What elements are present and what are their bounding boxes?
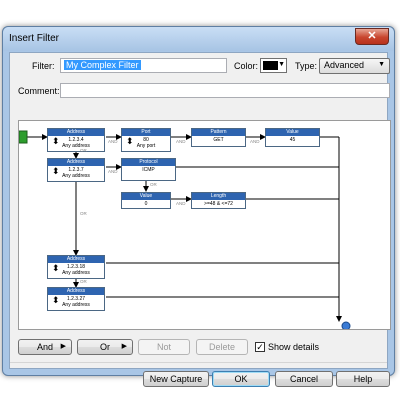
connector-label: OR: [150, 182, 157, 187]
filter-node-body: 0: [122, 200, 170, 207]
color-label: Color:: [234, 61, 259, 71]
filter-node-body: ⬍ 1.2.3.4 Any address: [48, 136, 104, 149]
filter-name-value: My Complex Filter: [64, 60, 141, 70]
filter-node-pattern[interactable]: Pattern GET: [191, 128, 246, 147]
divider: [10, 362, 387, 363]
or-button-label: Or: [100, 342, 110, 352]
filter-node-title: Pattern: [192, 129, 245, 136]
filter-node-body: GET: [192, 136, 245, 143]
filter-node-body: ⬍ 80 Any port: [122, 136, 170, 149]
filter-label: Filter:: [32, 61, 55, 71]
not-button[interactable]: Not: [138, 339, 190, 355]
filter-node-address[interactable]: Address ⬍ 1.2.3.7 Any address: [47, 158, 105, 182]
and-button-label: And: [36, 342, 53, 352]
filter-node-title: Address: [48, 288, 104, 295]
filter-node-value: Any port: [136, 143, 156, 149]
connector-label: AND: [108, 139, 118, 144]
type-select[interactable]: Advanced ▼: [319, 58, 390, 74]
connector-label: AND: [176, 139, 186, 144]
type-select-value: Advanced: [324, 60, 365, 70]
filter-node-address[interactable]: Address ⬍ 1.2.3.4 Any address: [47, 128, 105, 152]
ok-button[interactable]: OK: [212, 371, 270, 387]
connector-label: AND: [250, 139, 260, 144]
delete-button[interactable]: Delete: [196, 339, 248, 355]
check-icon: ✓: [256, 342, 264, 352]
filter-node-body: ICMP: [122, 166, 175, 173]
filter-node-body: ⬍ 1.2.3.18 Any address: [48, 263, 104, 276]
close-button[interactable]: ✕: [355, 28, 389, 45]
filter-node-value: Any address: [62, 302, 90, 308]
filter-node-address[interactable]: Address ⬍ 1.2.3.27 Any address: [47, 287, 105, 311]
filter-node-title: Address: [48, 129, 104, 136]
filter-node-title: Value: [266, 129, 319, 136]
filter-node-body: 45: [266, 136, 319, 143]
filter-node-title: Address: [48, 159, 104, 166]
connector-label: AND: [108, 169, 118, 174]
cancel-button[interactable]: Cancel: [275, 371, 333, 387]
play-icon: ▶: [60, 343, 66, 350]
filter-node-value: Any address: [62, 173, 90, 179]
filter-node-title: Length: [192, 193, 245, 200]
dialog-client-area: Filter: My Complex Filter Color: ▼ Type:…: [9, 52, 391, 387]
show-details-label: Show details: [268, 342, 320, 352]
show-details-checkbox[interactable]: ✓: [255, 342, 265, 352]
type-label: Type:: [295, 61, 318, 71]
filter-node-title: Value: [122, 193, 170, 200]
comment-label: Comment:: [18, 86, 60, 96]
filter-node-protocol[interactable]: Protocol ICMP: [121, 158, 176, 181]
or-button[interactable]: Or ▶: [77, 339, 133, 355]
filter-node-value[interactable]: Value 45: [265, 128, 320, 147]
filter-node-title: Port: [122, 129, 170, 136]
connector-label: AND: [176, 201, 186, 206]
filter-node-value: ICMP: [142, 167, 155, 173]
filter-node-body: >=48 & <=72: [192, 200, 245, 207]
new-capture-button[interactable]: New Capture: [143, 371, 209, 387]
filter-node-value: Any address: [62, 270, 90, 276]
filter-node-title: Address: [48, 256, 104, 263]
connector-label: OR: [80, 211, 87, 216]
filter-diagram-canvas[interactable]: Address ⬍ 1.2.3.4 Any address Port ⬍ 80 Any por…: [18, 120, 391, 330]
help-button[interactable]: Help: [336, 371, 390, 387]
filter-node-value: 0: [144, 201, 148, 207]
insert-filter-dialog: Insert Filter ✕ Filter: My Complex Filte…: [2, 26, 395, 387]
filter-node-value: 45: [289, 137, 296, 143]
filter-node-address[interactable]: Address ⬍ 1.2.3.18 Any address: [47, 255, 105, 279]
connector-label: OR: [80, 148, 87, 153]
filter-node-length[interactable]: Length >=48 & <=72: [191, 192, 246, 209]
comment-input[interactable]: [60, 83, 390, 98]
filter-node-body: ⬍ 1.2.3.27 Any address: [48, 295, 104, 308]
filter-node-value[interactable]: Value 0: [121, 192, 171, 209]
filter-node-body: ⬍ 1.2.3.7 Any address: [48, 166, 104, 179]
chevron-down-icon: ▼: [378, 61, 385, 68]
filter-node-value: >=48 & <=72: [204, 201, 233, 207]
window-title: Insert Filter: [9, 33, 60, 44]
filter-node-value: GET: [213, 137, 224, 143]
connector-label: OR: [80, 279, 87, 284]
color-swatch: [263, 61, 278, 70]
filter-name-input[interactable]: My Complex Filter: [60, 58, 227, 73]
title-bar[interactable]: Insert Filter ✕: [3, 27, 394, 51]
filter-node-title: Protocol: [122, 159, 175, 166]
chevron-down-icon: ▼: [278, 61, 285, 68]
filter-node-value: Any address: [62, 143, 90, 149]
filter-node-port[interactable]: Port ⬍ 80 Any port: [121, 128, 171, 152]
and-button[interactable]: And ▶: [18, 339, 72, 355]
color-picker[interactable]: ▼: [260, 58, 287, 73]
play-icon: ▶: [121, 343, 127, 350]
